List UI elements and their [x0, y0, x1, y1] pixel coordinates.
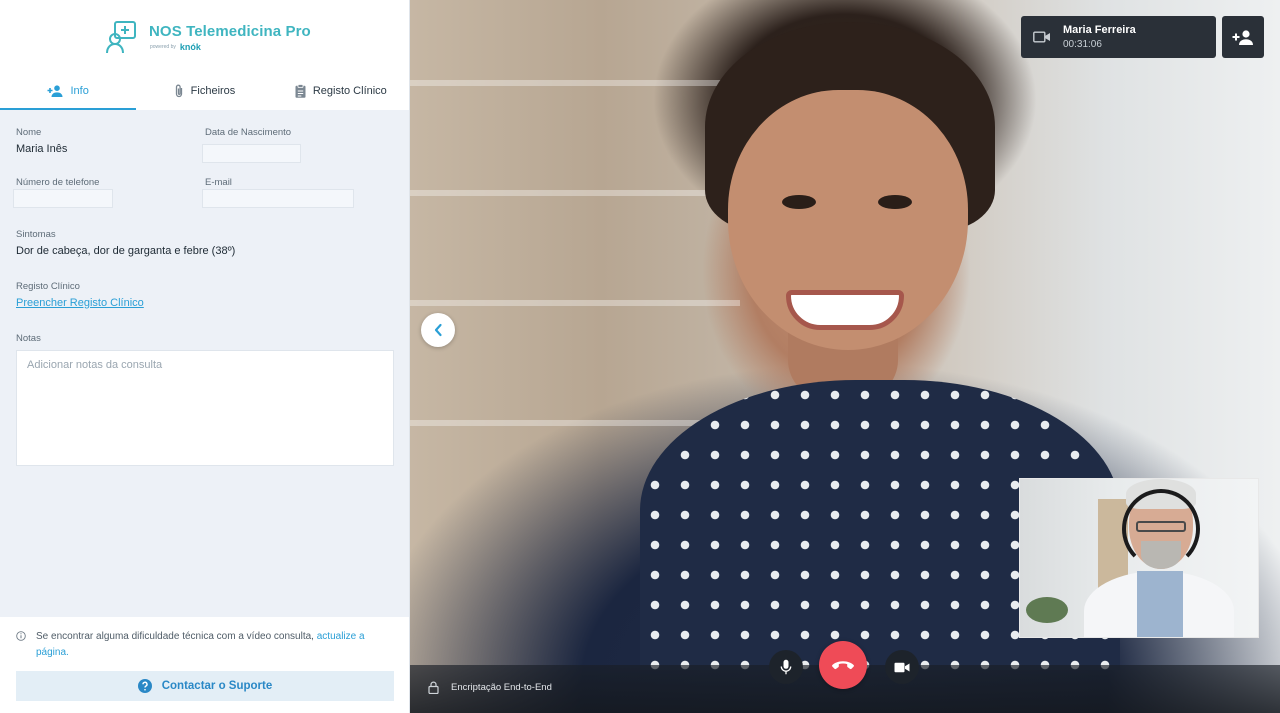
add-person-icon	[1232, 29, 1253, 45]
microphone-icon	[780, 659, 792, 675]
app-window: NOS Telemedicina Pro powered by knók Inf…	[0, 0, 1280, 713]
email-field[interactable]	[202, 189, 354, 208]
chevron-left-icon	[434, 323, 442, 337]
background-shelf	[410, 80, 740, 86]
participant-card: Maria Ferreira 00:31:06	[1021, 16, 1216, 58]
sidebar-footer: Se encontrar alguma dificuldade técnica …	[0, 617, 409, 713]
patient-info-form: Nome Maria Inês Data de Nascimento Númer…	[0, 127, 409, 466]
fill-clinical-record-link[interactable]: Preencher Registo Clínico	[16, 297, 144, 309]
sidebar-tabs: Info Ficheiros Registo Clínico	[0, 72, 409, 110]
name-label: Nome	[16, 127, 42, 138]
patient-eye	[782, 195, 816, 209]
contact-support-button[interactable]: Contactar o Suporte	[16, 671, 394, 701]
patient-eye	[878, 195, 912, 209]
sidebar-header: NOS Telemedicina Pro powered by knók Inf…	[0, 0, 409, 110]
participant-name: Maria Ferreira	[1063, 24, 1136, 36]
notes-textarea[interactable]: Adicionar notas da consulta	[16, 350, 394, 466]
hang-up-phone-icon	[832, 661, 854, 670]
technical-help-message: Se encontrar alguma dificuldade técnica …	[16, 629, 393, 661]
doctor-shirt	[1137, 571, 1183, 637]
background-shelf	[410, 300, 740, 306]
video-camera-icon	[1033, 31, 1050, 43]
telemedicine-logo-icon	[106, 21, 136, 54]
add-participant-button[interactable]	[1222, 16, 1264, 58]
clinical-record-label: Registo Clínico	[16, 281, 80, 292]
encryption-label: Encriptação End-to-End	[451, 682, 552, 693]
contact-support-label: Contactar o Suporte	[161, 680, 273, 692]
symptoms-label: Sintomas	[16, 229, 56, 240]
email-label: E-mail	[205, 177, 232, 188]
tab-info[interactable]: Info	[0, 72, 137, 110]
patient-sidebar: NOS Telemedicina Pro powered by knók Inf…	[0, 0, 410, 713]
doctor-background-plant	[1026, 597, 1068, 623]
notes-label: Notas	[16, 333, 41, 344]
add-person-icon	[47, 85, 63, 97]
symptoms-value: Dor de cabeça, dor de garganta e febre (…	[16, 245, 236, 257]
patient-smile	[786, 290, 904, 330]
info-icon	[16, 631, 26, 641]
phone-label: Número de telefone	[16, 177, 100, 188]
mute-microphone-button[interactable]	[769, 650, 803, 684]
call-controls-bar: Encriptação End-to-End	[410, 641, 1280, 713]
lock-icon	[428, 681, 439, 694]
tab-clinical-record[interactable]: Registo Clínico	[273, 72, 409, 110]
technical-help-text: Se encontrar alguma dificuldade técnica …	[36, 631, 314, 642]
toggle-camera-button[interactable]	[885, 650, 919, 684]
doctor-headset	[1122, 489, 1200, 569]
end-call-button[interactable]	[819, 641, 867, 689]
collapse-sidebar-button[interactable]	[421, 313, 455, 347]
tab-info-label: Info	[70, 85, 89, 97]
background-shelf	[410, 190, 740, 196]
encryption-indicator: Encriptação End-to-End	[428, 681, 552, 694]
help-circle-icon	[137, 679, 152, 693]
name-value: Maria Inês	[16, 143, 68, 155]
powered-by-text: powered by	[150, 43, 176, 50]
phone-field[interactable]	[13, 189, 113, 208]
brand-logo: NOS Telemedicina Pro powered by knók	[106, 20, 311, 54]
clipboard-icon	[295, 84, 306, 98]
video-camera-icon	[894, 662, 910, 672]
dob-field[interactable]	[202, 144, 301, 163]
self-video-preview[interactable]	[1019, 478, 1259, 638]
call-duration: 00:31:06	[1063, 39, 1102, 50]
notes-placeholder: Adicionar notas da consulta	[27, 359, 163, 371]
paperclip-icon	[175, 84, 182, 98]
tab-files[interactable]: Ficheiros	[136, 72, 272, 110]
tab-files-label: Ficheiros	[190, 85, 236, 97]
brand-title: NOS Telemedicina Pro	[149, 22, 311, 40]
provider-name: knók	[179, 41, 201, 52]
remote-video-feed: Maria Ferreira 00:31:06 Encriptação End-…	[410, 0, 1280, 713]
tab-clinical-record-label: Registo Clínico	[312, 85, 387, 97]
dob-label: Data de Nascimento	[205, 127, 292, 138]
